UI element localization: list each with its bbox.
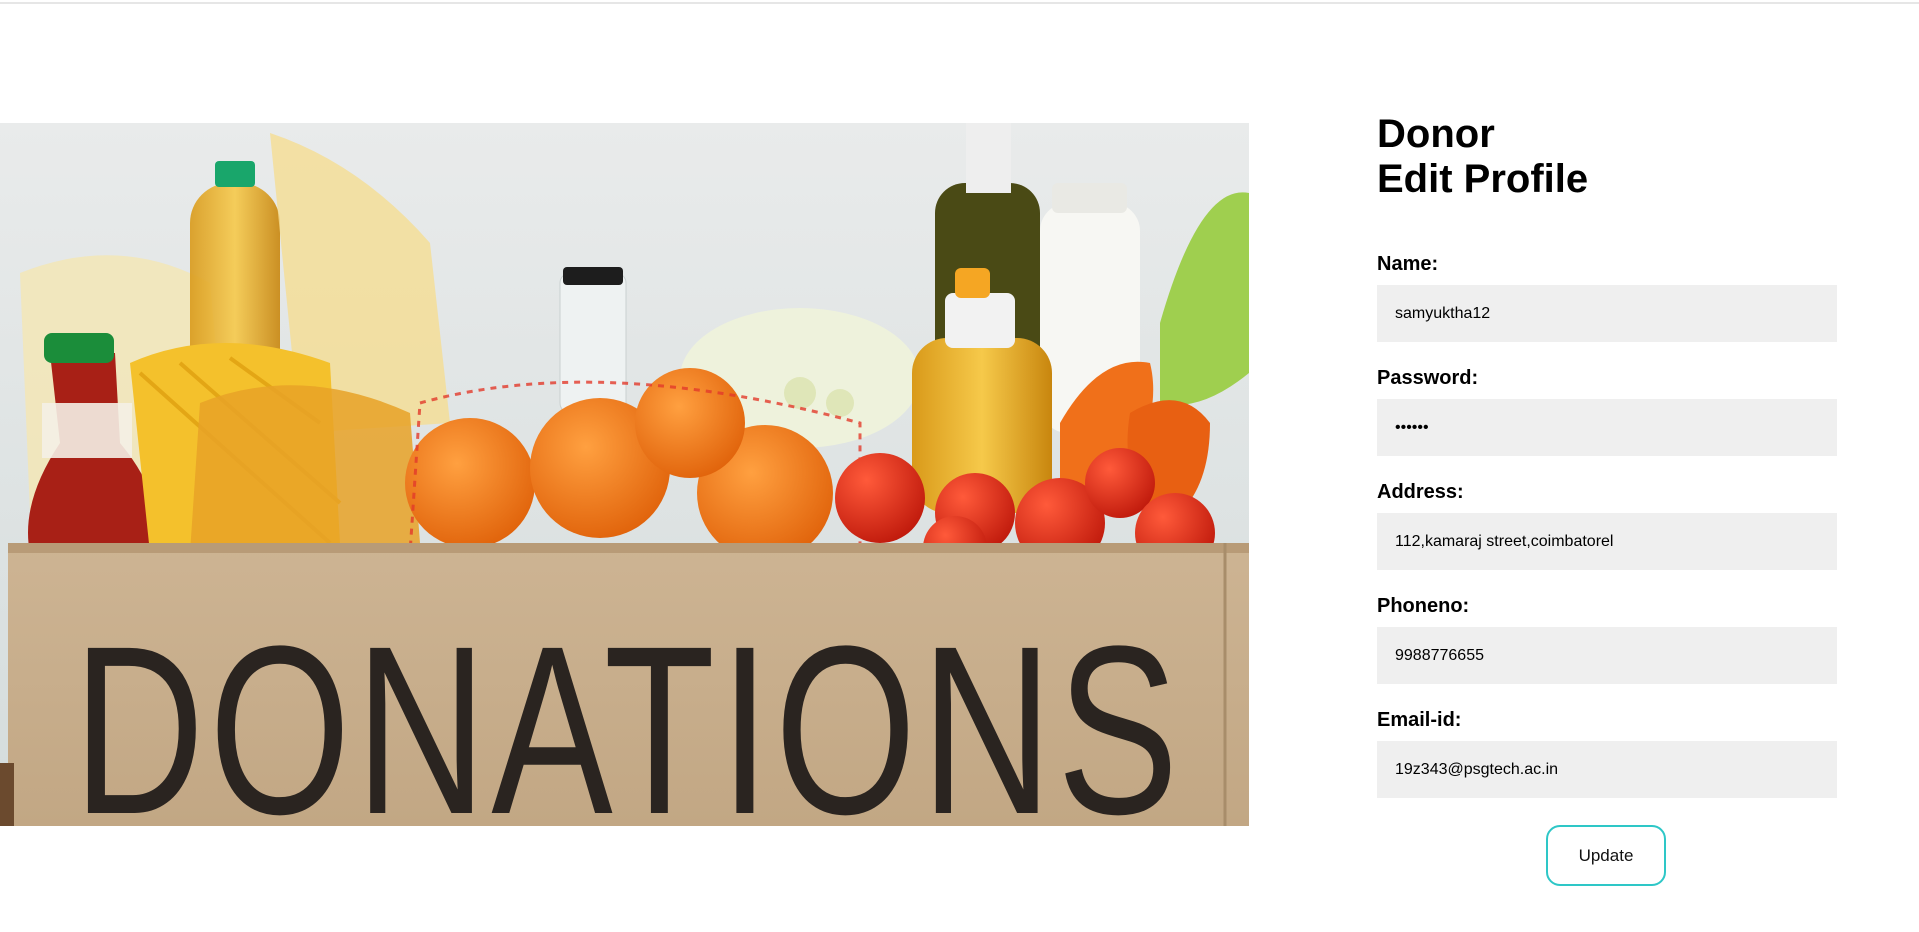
address-field-group: Address: [1377,480,1837,570]
title-line-donor: Donor [1377,112,1495,156]
email-label: Email-id: [1377,709,1462,731]
phone-input[interactable] [1377,627,1837,684]
email-input[interactable] [1377,741,1837,798]
name-field-group: Name: [1377,252,1837,342]
name-input[interactable] [1377,285,1837,342]
donation-box-image: DONATIONS [0,123,1249,826]
address-input[interactable] [1377,513,1837,570]
password-input[interactable] [1377,399,1837,456]
edit-profile-form: Donor Edit Profile Name: Password: Addre… [1377,112,1837,798]
update-button[interactable]: Update [1546,825,1666,886]
name-label: Name: [1377,253,1439,275]
page-title: Donor Edit Profile [1377,112,1837,202]
address-label: Address: [1377,481,1464,503]
phone-field-group: Phoneno: [1377,594,1837,684]
password-label: Password: [1377,367,1479,389]
box-label-text: DONATIONS [73,596,1183,826]
email-field-group: Email-id: [1377,708,1837,798]
title-line-edit-profile: Edit Profile [1377,157,1589,201]
password-field-group: Password: [1377,366,1837,456]
top-divider [0,2,1919,4]
phone-label: Phoneno: [1377,595,1470,617]
